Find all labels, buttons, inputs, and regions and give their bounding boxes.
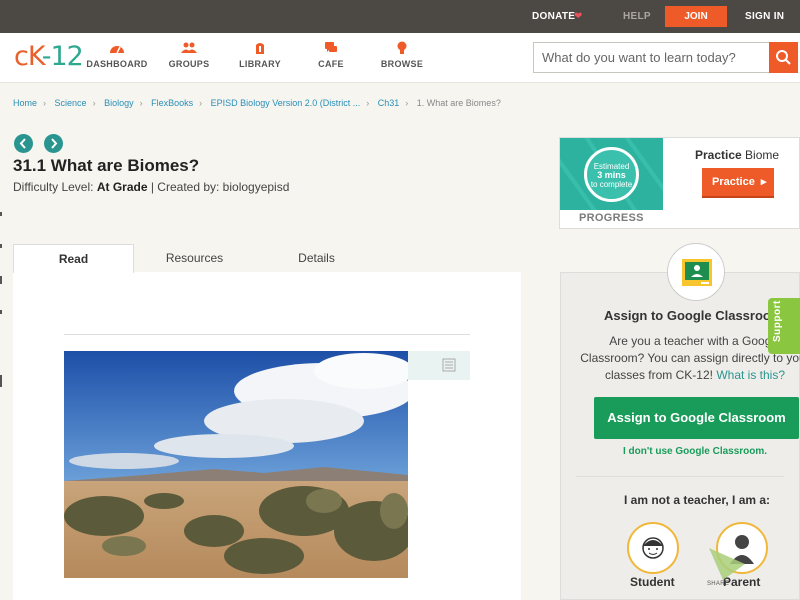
left-rail-mark bbox=[0, 244, 2, 248]
heart-icon: ❤ bbox=[574, 11, 583, 22]
lesson-meta: Difficulty Level: At Grade | Created by:… bbox=[13, 180, 289, 194]
practice-button[interactable]: Practice ▸ bbox=[702, 168, 774, 198]
tab-resources[interactable]: Resources bbox=[134, 244, 255, 273]
assign-title: Assign to Google Classroom bbox=[604, 308, 783, 323]
cafe-icon bbox=[325, 42, 337, 52]
tab-read[interactable]: Read bbox=[13, 244, 134, 273]
top-bar: DONATE ❤ HELP JOIN SIGN IN bbox=[0, 0, 800, 33]
content-divider bbox=[64, 334, 470, 335]
help-link[interactable]: HELP bbox=[623, 11, 651, 22]
image-toolbar bbox=[408, 351, 470, 380]
nav-cafe[interactable]: CAFE bbox=[296, 41, 366, 69]
donate-link[interactable]: DONATE bbox=[532, 11, 575, 22]
left-rail-mark bbox=[0, 310, 2, 314]
next-lesson-button[interactable] bbox=[44, 134, 63, 153]
nav-groups[interactable]: GROUPS bbox=[154, 41, 224, 69]
practice-title-subject: Biome bbox=[745, 148, 780, 162]
breadcrumb-flexbooks[interactable]: FlexBooks bbox=[151, 98, 193, 108]
support-tab[interactable]: Support bbox=[768, 298, 800, 354]
difficulty-value: At Grade bbox=[96, 180, 148, 194]
nav-dashboard[interactable]: DASHBOARD bbox=[82, 41, 152, 69]
breadcrumb-home[interactable]: Home bbox=[13, 98, 37, 108]
library-icon bbox=[256, 43, 264, 54]
estimated-time-badge: Estimated 3 mins to complete bbox=[584, 147, 639, 202]
nav-browse[interactable]: BROWSE bbox=[367, 41, 437, 69]
assign-to-google-classroom-button[interactable]: Assign to Google Classroom bbox=[594, 397, 799, 439]
assign-text-line-3: classes from CK-12! What is this? bbox=[575, 367, 800, 384]
breadcrumb-chevron-icon: › bbox=[139, 98, 143, 108]
browse-icon bbox=[397, 41, 407, 54]
chevron-right-icon bbox=[51, 138, 58, 149]
dont-use-google-classroom-link[interactable]: I don't use Google Classroom. bbox=[623, 446, 767, 457]
google-classroom-logo bbox=[667, 243, 725, 301]
nav-library[interactable]: LIBRARY bbox=[225, 41, 295, 69]
practice-button-label: Practice bbox=[712, 176, 755, 188]
nav-library-label: LIBRARY bbox=[239, 59, 281, 69]
tab-details[interactable]: Details bbox=[256, 244, 377, 273]
assign-text-classes: classes from CK-12! bbox=[604, 368, 713, 382]
student-role-button[interactable] bbox=[627, 522, 679, 574]
nav-browse-label: BROWSE bbox=[380, 59, 424, 69]
main-header: cK-12 DASHBOARD GROUPS LIBRARY CAFE BROW… bbox=[0, 33, 800, 83]
search-icon bbox=[776, 50, 791, 65]
breadcrumb-chevron-icon: › bbox=[43, 98, 47, 108]
practice-progress-label: PROGRESS bbox=[579, 212, 644, 224]
search-input[interactable] bbox=[533, 42, 770, 73]
difficulty-label: Difficulty Level: bbox=[13, 180, 94, 194]
breadcrumb-chevron-icon: › bbox=[199, 98, 203, 108]
assign-text-line-2: Classroom? You can assign directly to yo… bbox=[580, 351, 800, 365]
support-label: Support bbox=[772, 300, 783, 342]
breadcrumb-book[interactable]: EPISD Biology Version 2.0 (District ... bbox=[211, 98, 361, 108]
not-teacher-label: I am not a teacher, I am a: bbox=[624, 493, 771, 507]
practice-title-prefix: Practice bbox=[695, 148, 742, 162]
share-label: SHARE bbox=[707, 581, 730, 587]
breadcrumb-current: 1. What are Biomes? bbox=[416, 98, 501, 108]
breadcrumb-chapter[interactable]: Ch31 bbox=[378, 98, 400, 108]
breadcrumb-biology[interactable]: Biology bbox=[104, 98, 134, 108]
estimated-mins: 3 mins bbox=[597, 170, 626, 180]
notes-icon[interactable] bbox=[442, 358, 456, 372]
assign-divider bbox=[576, 476, 784, 477]
groups-icon bbox=[181, 42, 197, 53]
nav-groups-label: GROUPS bbox=[168, 59, 210, 69]
previous-lesson-button[interactable] bbox=[14, 134, 33, 153]
breadcrumb-chevron-icon: › bbox=[405, 98, 409, 108]
join-button[interactable]: JOIN bbox=[665, 6, 727, 27]
what-is-this-link[interactable]: What is this? bbox=[716, 368, 785, 382]
breadcrumb-science[interactable]: Science bbox=[55, 98, 87, 108]
breadcrumb-chevron-icon: › bbox=[92, 98, 96, 108]
chevron-left-icon bbox=[19, 138, 26, 149]
estimated-complete: to complete bbox=[590, 180, 633, 189]
desert-biome-photo bbox=[64, 351, 408, 578]
ck12-logo[interactable]: cK-12 bbox=[14, 41, 84, 72]
nav-cafe-label: CAFE bbox=[318, 59, 344, 69]
student-label: Student bbox=[630, 575, 675, 589]
left-rail-mark bbox=[0, 375, 2, 387]
practice-title: Practice Biome bbox=[695, 148, 779, 162]
student-icon bbox=[642, 537, 664, 559]
breadcrumb-chevron-icon: › bbox=[366, 98, 370, 108]
left-rail-mark bbox=[0, 212, 2, 216]
created-by: | Created by: biologyepisd bbox=[150, 180, 290, 194]
dashboard-icon bbox=[110, 46, 124, 54]
lesson-title: 31.1 What are Biomes? bbox=[13, 156, 200, 175]
left-rail-mark bbox=[0, 276, 2, 284]
google-classroom-icon bbox=[682, 259, 712, 286]
breadcrumb: Home › Science › Biology › FlexBooks › EPISD… bbox=[13, 98, 501, 108]
sign-in-link[interactable]: SIGN IN bbox=[745, 11, 784, 22]
assign-description: Are you a teacher with a Google Classroo… bbox=[575, 333, 800, 384]
practice-thumbnail: Estimated 3 mins to complete bbox=[560, 138, 663, 210]
chevron-right-icon: ▸ bbox=[760, 176, 767, 188]
assign-text-line-1: Are you a teacher with a Google bbox=[609, 334, 781, 348]
search-button[interactable] bbox=[769, 42, 798, 73]
practice-card: Estimated 3 mins to complete PROGRESS Pr… bbox=[559, 137, 800, 229]
tab-bar: Read Resources Details bbox=[13, 244, 521, 273]
nav-dashboard-label: DASHBOARD bbox=[86, 59, 148, 69]
share-icon[interactable] bbox=[709, 548, 745, 580]
